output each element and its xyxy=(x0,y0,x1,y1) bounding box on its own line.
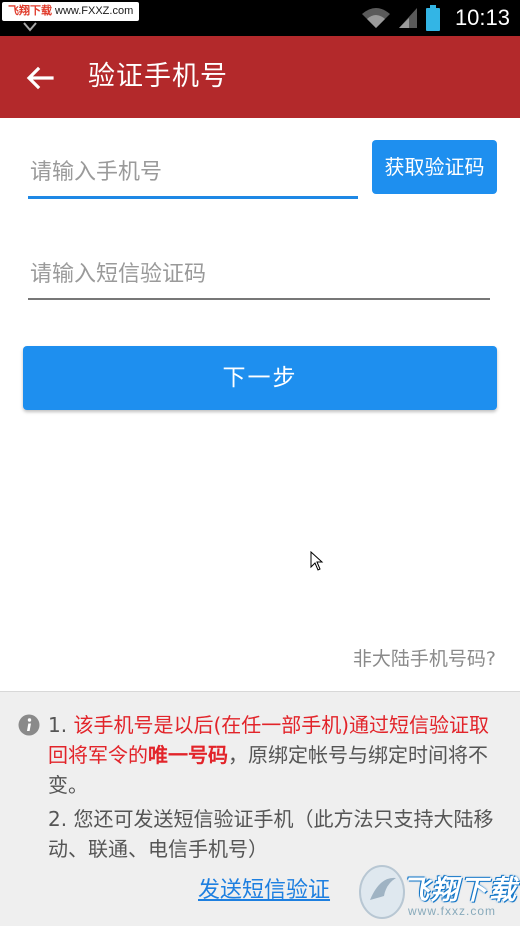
notice-item-1: 1. 该手机号是以后(在任一部手机)通过短信验证取回将军令的唯一号码，原绑定帐号… xyxy=(48,710,504,800)
status-time: 10:13 xyxy=(454,5,510,30)
page-title: 验证手机号 xyxy=(88,61,228,92)
sms-code-input[interactable] xyxy=(28,250,490,300)
watermark-badge: 飞翔下载 www.FXXZ.com xyxy=(2,2,140,21)
arrow-left-icon[interactable] xyxy=(22,60,58,96)
watermark-url: www.FXXZ.com xyxy=(55,5,134,17)
mouse-cursor-icon xyxy=(310,551,324,571)
battery-icon xyxy=(425,5,440,31)
notice-item-1-unique-number: 唯一号码 xyxy=(148,743,228,767)
watermark-brand: 飞翔下载 xyxy=(8,5,52,17)
watermark-logo: 飞翔下载 www.fxxz.com xyxy=(356,858,520,926)
app-bar: 验证手机号 xyxy=(0,36,520,118)
status-bar: 飞翔下载 www.FXXZ.com 10:13 xyxy=(0,0,520,36)
notice-item-2: 2. 您还可发送短信验证手机（此方法只支持大陆移动、联通、电信手机号） xyxy=(48,807,494,861)
info-circle-icon xyxy=(18,714,40,736)
watermark-emblem-icon xyxy=(359,865,405,919)
send-sms-verification-link[interactable]: 发送短信验证 xyxy=(198,872,330,904)
notice-item-1-prefix: 1. xyxy=(48,713,74,737)
get-code-button[interactable]: 获取验证码 xyxy=(372,140,497,194)
watermark-logo-url: www.fxxz.com xyxy=(408,904,497,918)
next-step-button[interactable]: 下一步 xyxy=(23,346,497,410)
phone-input[interactable] xyxy=(28,149,358,199)
cell-signal-icon xyxy=(398,8,417,28)
wifi-icon xyxy=(361,8,390,28)
watermark-logo-name: 飞翔下载 xyxy=(402,875,518,906)
status-icons: 10:13 xyxy=(361,0,510,36)
non-mainland-number-link[interactable]: 非大陆手机号码? xyxy=(353,644,496,671)
download-arrow-icon xyxy=(23,22,37,32)
